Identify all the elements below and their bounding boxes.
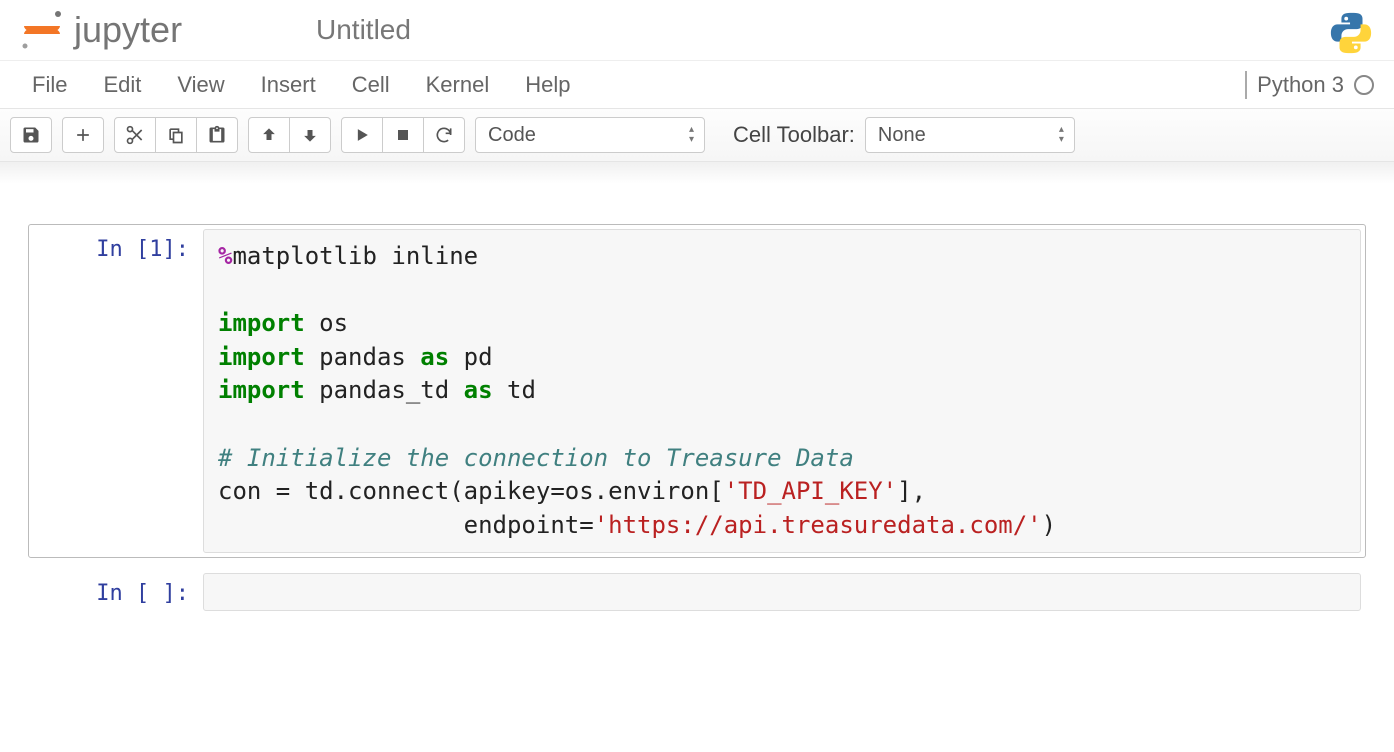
code-cell[interactable]: In [1]: %matplotlib inline import os imp…	[28, 224, 1366, 558]
insert-cell-button[interactable]	[62, 117, 104, 153]
refresh-icon	[434, 125, 454, 145]
play-icon	[352, 125, 372, 145]
notebook-title[interactable]: Untitled	[316, 14, 411, 46]
paste-icon	[207, 125, 227, 145]
code-input[interactable]: %matplotlib inline import os import pand…	[203, 229, 1361, 553]
cut-button[interactable]	[114, 117, 156, 153]
restart-button[interactable]	[424, 117, 465, 153]
plus-icon	[73, 125, 93, 145]
input-prompt: In [1]:	[33, 229, 203, 553]
menu-file[interactable]: File	[20, 62, 85, 108]
save-button[interactable]	[10, 117, 52, 153]
move-up-button[interactable]	[248, 117, 290, 153]
code-input[interactable]	[203, 573, 1361, 611]
kernel-indicator: Python 3	[1245, 71, 1374, 99]
menubar: File Edit View Insert Cell Kernel Help P…	[0, 61, 1394, 109]
toolbar: Code Cell Toolbar: None	[0, 109, 1394, 162]
copy-button[interactable]	[156, 117, 197, 153]
menu-help[interactable]: Help	[507, 62, 588, 108]
separator	[1245, 71, 1247, 99]
menu-insert[interactable]: Insert	[243, 62, 334, 108]
arrow-up-icon	[259, 125, 279, 145]
paste-button[interactable]	[197, 117, 238, 153]
kernel-name: Python 3	[1257, 72, 1344, 98]
cell-toolbar-value: None	[878, 124, 926, 147]
menu-cell[interactable]: Cell	[334, 62, 408, 108]
python-logo-icon	[1328, 10, 1374, 59]
jupyter-logo[interactable]: jupyter	[18, 8, 288, 52]
save-icon	[21, 125, 41, 145]
kernel-status-icon	[1354, 75, 1374, 95]
svg-text:jupyter: jupyter	[73, 9, 182, 50]
copy-icon	[166, 125, 186, 145]
arrow-down-icon	[300, 125, 320, 145]
stop-icon	[393, 125, 413, 145]
run-button[interactable]	[341, 117, 383, 153]
stop-button[interactable]	[383, 117, 424, 153]
toolbar-shadow	[0, 162, 1394, 184]
cell-type-select[interactable]: Code	[475, 117, 705, 153]
input-prompt: In [ ]:	[33, 573, 203, 611]
header: jupyter Untitled	[0, 0, 1394, 61]
chevron-updown-icon	[689, 126, 694, 144]
cell-toolbar-label: Cell Toolbar:	[733, 122, 855, 148]
code-cell[interactable]: In [ ]:	[28, 568, 1366, 616]
menu-view[interactable]: View	[159, 62, 242, 108]
scissors-icon	[125, 125, 145, 145]
menu-kernel[interactable]: Kernel	[408, 62, 508, 108]
notebook-container: In [1]: %matplotlib inline import os imp…	[0, 184, 1394, 666]
chevron-updown-icon	[1059, 126, 1064, 144]
cell-toolbar-select[interactable]: None	[865, 117, 1075, 153]
menu-edit[interactable]: Edit	[85, 62, 159, 108]
move-down-button[interactable]	[290, 117, 331, 153]
cell-type-value: Code	[488, 124, 536, 147]
